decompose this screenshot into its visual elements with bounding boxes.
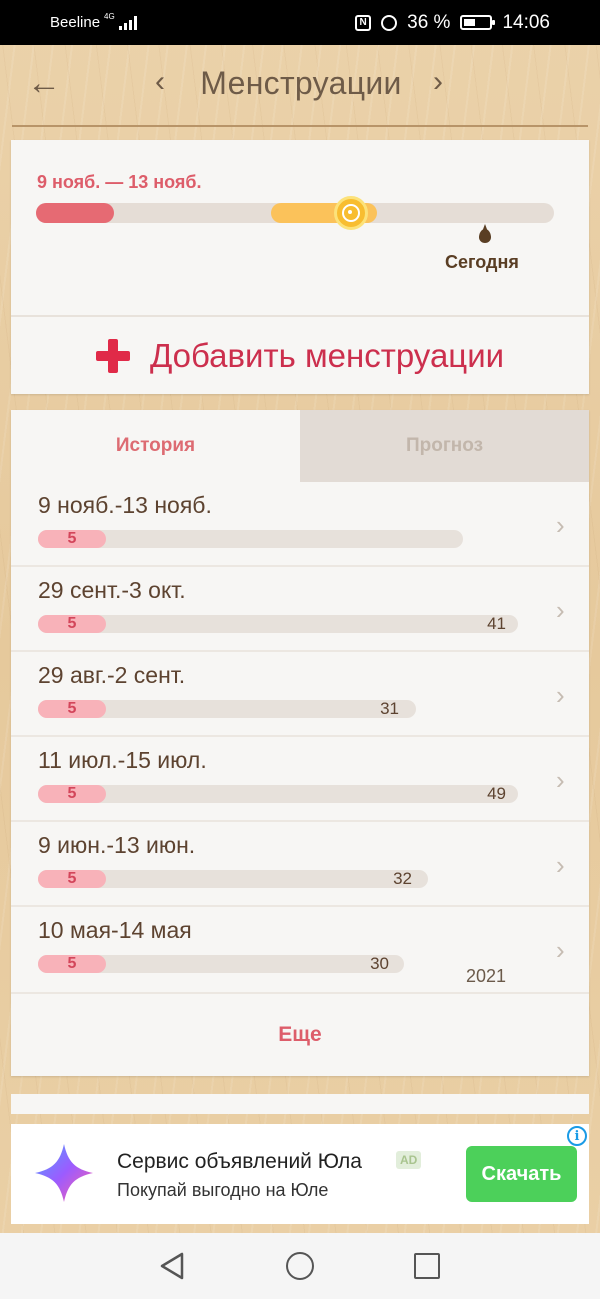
history-row-date: 29 сент.-3 окт. (38, 577, 186, 603)
app-header: ← ‹ Менструации › (12, 45, 588, 127)
tab-history[interactable]: История (11, 410, 300, 482)
status-bar: Beeline 4G N 36 % 14:06 (0, 0, 600, 45)
ad-banner[interactable]: Сервис объявлений Юла AD Покупай выгодно… (11, 1124, 589, 1224)
history-row[interactable]: 29 сент.-3 окт. 5 41 › (11, 567, 589, 652)
alarm-icon (381, 14, 398, 31)
next-card-strip (11, 1094, 589, 1114)
chevron-right-icon: › (556, 850, 565, 880)
period-length-value: 5 (67, 870, 77, 887)
cycle-length-value: 30 (370, 954, 389, 973)
battery-percent: 36 % (407, 11, 451, 33)
ad-badge: AD (396, 1151, 422, 1169)
nfc-icon: N (355, 14, 372, 31)
period-length-value: 5 (67, 615, 77, 632)
network-type: 4G (104, 11, 115, 21)
history-row-date: 9 нояб.-13 нояб. (38, 492, 212, 518)
ovulation-icon (334, 196, 368, 230)
ad-subtitle: Покупай выгодно на Юле (117, 1180, 329, 1200)
chevron-right-icon: › (556, 510, 565, 540)
chevron-right-icon: › (556, 765, 565, 795)
chevron-right-icon: › (556, 935, 565, 965)
cycle-length-bar (38, 615, 518, 633)
page-title: Менструации (200, 65, 402, 101)
period-length-value: 5 (67, 700, 77, 717)
chevron-left-icon[interactable]: ‹ (146, 67, 174, 101)
history-row-date: 9 июн.-13 июн. (38, 832, 196, 858)
plus-icon (95, 338, 130, 373)
cycle-length-value: 41 (487, 614, 506, 633)
history-row[interactable]: 29 авг.-2 сент. 5 31 › (11, 652, 589, 737)
add-period-button[interactable]: Добавить менструации (11, 317, 589, 394)
tab-bar: История Прогноз (11, 410, 589, 482)
history-row-date: 11 июл.-15 июл. (38, 747, 207, 773)
chevron-right-icon[interactable]: › (424, 67, 452, 101)
nav-back-icon[interactable] (158, 1251, 188, 1281)
status-right: N 36 % 14:06 (355, 12, 550, 34)
nav-home-icon[interactable] (286, 1252, 314, 1280)
nav-recent-icon[interactable] (414, 1253, 440, 1279)
today-label: Сегодня (445, 252, 519, 272)
cycle-length-value: 32 (393, 869, 412, 888)
current-period-range: 9 нояб. — 13 нояб. (37, 172, 202, 192)
carrier-name: Beeline (50, 14, 101, 31)
signal-icon (118, 15, 137, 30)
chevron-right-icon: › (556, 595, 565, 625)
ad-download-button[interactable]: Скачать (466, 1146, 577, 1202)
clock: 14:06 (502, 11, 550, 33)
system-nav-bar (0, 1233, 600, 1299)
cycle-period-segment (36, 203, 114, 223)
drop-icon (479, 229, 491, 243)
history-row[interactable]: 9 июн.-13 июн. 5 32 › (11, 822, 589, 907)
period-length-value: 5 (67, 955, 77, 972)
cycle-length-bar (38, 785, 518, 803)
status-left: Beeline 4G (50, 11, 137, 31)
history-row-date: 29 авг.-2 сент. (38, 662, 186, 688)
back-arrow-icon[interactable]: ← (26, 65, 62, 101)
more-button[interactable]: Еще (11, 992, 589, 1076)
info-icon[interactable]: i (567, 1126, 587, 1146)
period-length-value: 5 (67, 530, 77, 547)
history-row-date: 10 мая-14 мая (38, 917, 192, 943)
period-length-value: 5 (67, 785, 77, 802)
year-label: 2021 (466, 966, 507, 986)
battery-icon (460, 15, 496, 30)
cycle-length-value: 31 (380, 699, 399, 718)
add-period-label: Добавить менструации (149, 336, 505, 374)
tab-forecast[interactable]: Прогноз (300, 410, 589, 482)
history-row[interactable]: 11 июл.-15 июл. 5 49 › (11, 737, 589, 822)
chevron-right-icon: › (556, 680, 565, 710)
cycle-length-value: 49 (487, 784, 506, 803)
ad-title: Сервис объявлений Юла (117, 1150, 362, 1173)
app-logo-icon (35, 1144, 93, 1202)
history-row[interactable]: 9 нояб.-13 нояб. 5 › (11, 482, 589, 567)
history-card: История Прогноз 9 нояб.-13 нояб. 5 › 29 … (11, 410, 589, 1076)
current-cycle-card: 9 нояб. — 13 нояб. Сегодня Добавить менс… (11, 140, 589, 394)
